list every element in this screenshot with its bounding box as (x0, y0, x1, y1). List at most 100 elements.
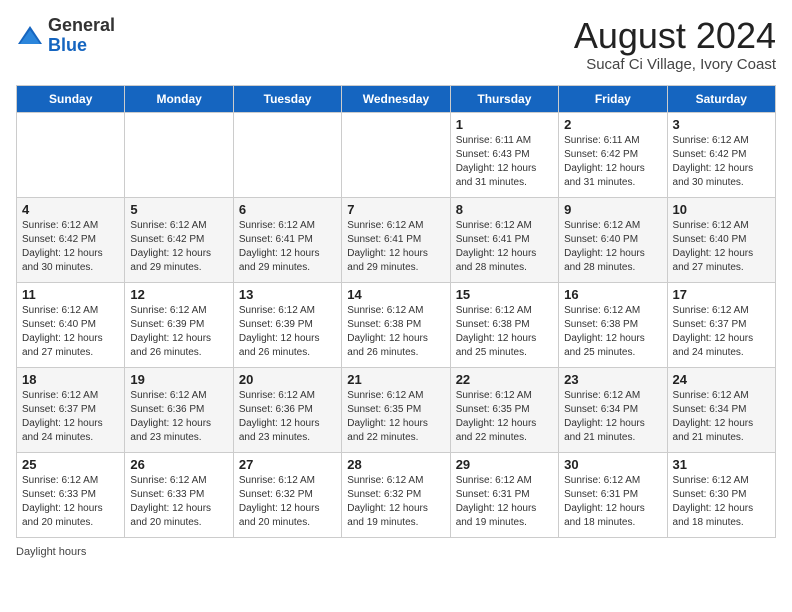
day-info: Sunrise: 6:12 AM Sunset: 6:31 PM Dayligh… (564, 474, 661, 530)
day-info: Sunrise: 6:12 AM Sunset: 6:41 PM Dayligh… (239, 219, 336, 275)
day-info: Sunrise: 6:12 AM Sunset: 6:41 PM Dayligh… (456, 219, 553, 275)
weekday-header-saturday: Saturday (667, 85, 775, 112)
calendar-week-row: 25Sunrise: 6:12 AM Sunset: 6:33 PM Dayli… (17, 452, 776, 537)
day-number: 30 (564, 457, 661, 472)
calendar-cell: 13Sunrise: 6:12 AM Sunset: 6:39 PM Dayli… (233, 282, 341, 367)
day-number: 22 (456, 372, 553, 387)
day-number: 10 (673, 202, 770, 217)
day-info: Sunrise: 6:12 AM Sunset: 6:42 PM Dayligh… (130, 219, 227, 275)
calendar-cell: 19Sunrise: 6:12 AM Sunset: 6:36 PM Dayli… (125, 367, 233, 452)
weekday-header-friday: Friday (559, 85, 667, 112)
calendar-cell: 31 Sunrise: 6:12 AM Sunset: 6:30 PM Dayli… (667, 452, 775, 537)
day-number: 3 (673, 117, 770, 132)
day-number: 2 (564, 117, 661, 132)
day-number: 26 (130, 457, 227, 472)
weekday-header-tuesday: Tuesday (233, 85, 341, 112)
day-info: Sunrise: 6:12 AM Sunset: 6:40 PM Dayligh… (673, 219, 770, 275)
logo-icon (16, 22, 44, 50)
calendar-week-row: 18 Sunrise: 6:12 AM Sunset: 6:37 PM Dayli… (17, 367, 776, 452)
calendar-cell: 25Sunrise: 6:12 AM Sunset: 6:33 PM Dayli… (17, 452, 125, 537)
calendar-cell: 16Sunrise: 6:12 AM Sunset: 6:38 PM Dayli… (559, 282, 667, 367)
day-number: 7 (347, 202, 444, 217)
calendar-cell: 17Sunrise: 6:12 AM Sunset: 6:37 PM Dayli… (667, 282, 775, 367)
day-info: Sunrise: 6:12 AM Sunset: 6:34 PM Dayligh… (564, 389, 661, 445)
day-info: Sunrise: 6:12 AM Sunset: 6:37 PM Dayligh… (673, 304, 770, 360)
day-number: 6 (239, 202, 336, 217)
day-number: 11 (22, 287, 119, 302)
day-info: Sunrise: 6:12 AM Sunset: 6:36 PM Dayligh… (239, 389, 336, 445)
day-info: Sunrise: 6:11 AM Sunset: 6:42 PM Dayligh… (564, 134, 661, 190)
day-info: Sunrise: 6:12 AM Sunset: 6:38 PM Dayligh… (456, 304, 553, 360)
calendar-cell: 14 Sunrise: 6:12 AM Sunset: 6:38 PM Dayli… (342, 282, 450, 367)
day-number: 20 (239, 372, 336, 387)
weekday-header-thursday: Thursday (450, 85, 558, 112)
day-info: Sunrise: 6:12 AM Sunset: 6:38 PM Dayligh… (564, 304, 661, 360)
day-number: 5 (130, 202, 227, 217)
calendar-cell (17, 112, 125, 197)
day-info: Sunrise: 6:12 AM Sunset: 6:39 PM Dayligh… (239, 304, 336, 360)
day-number: 15 (456, 287, 553, 302)
calendar-cell: 10 Sunrise: 6:12 AM Sunset: 6:40 PM Dayli… (667, 197, 775, 282)
day-number: 12 (130, 287, 227, 302)
day-number: 28 (347, 457, 444, 472)
day-number: 4 (22, 202, 119, 217)
day-number: 25 (22, 457, 119, 472)
day-info: Sunrise: 6:12 AM Sunset: 6:32 PM Dayligh… (239, 474, 336, 530)
day-info: Sunrise: 6:12 AM Sunset: 6:31 PM Dayligh… (456, 474, 553, 530)
day-number: 24 (673, 372, 770, 387)
day-number: 19 (130, 372, 227, 387)
calendar-cell (342, 112, 450, 197)
calendar-cell: 8 Sunrise: 6:12 AM Sunset: 6:41 PM Daylig… (450, 197, 558, 282)
footer: Daylight hours (16, 546, 776, 558)
calendar-cell: 22 Sunrise: 6:12 AM Sunset: 6:35 PM Dayli… (450, 367, 558, 452)
calendar-cell: 27 Sunrise: 6:12 AM Sunset: 6:32 PM Dayli… (233, 452, 341, 537)
calendar-cell: 1Sunrise: 6:11 AM Sunset: 6:43 PM Daylig… (450, 112, 558, 197)
day-number: 8 (456, 202, 553, 217)
day-info: Sunrise: 6:12 AM Sunset: 6:41 PM Dayligh… (347, 219, 444, 275)
page-header: General Blue August 2024 Sucaf Ci Villag… (16, 16, 776, 73)
day-info: Sunrise: 6:12 AM Sunset: 6:30 PM Dayligh… (673, 474, 770, 530)
calendar-cell: 6 Sunrise: 6:12 AM Sunset: 6:41 PM Daylig… (233, 197, 341, 282)
calendar-header-row: SundayMondayTuesdayWednesdayThursdayFrid… (17, 85, 776, 112)
daylight-hours-label: Daylight hours (16, 546, 86, 558)
month-year-title: August 2024 (574, 16, 776, 56)
calendar-cell: 15 Sunrise: 6:12 AM Sunset: 6:38 PM Dayli… (450, 282, 558, 367)
day-info: Sunrise: 6:12 AM Sunset: 6:38 PM Dayligh… (347, 304, 444, 360)
logo-general-text: General (48, 15, 115, 35)
logo: General Blue (16, 16, 115, 56)
day-info: Sunrise: 6:12 AM Sunset: 6:39 PM Dayligh… (130, 304, 227, 360)
title-block: August 2024 Sucaf Ci Village, Ivory Coas… (574, 16, 776, 73)
calendar-cell: 30 Sunrise: 6:12 AM Sunset: 6:31 PM Dayli… (559, 452, 667, 537)
day-info: Sunrise: 6:12 AM Sunset: 6:35 PM Dayligh… (347, 389, 444, 445)
weekday-header-monday: Monday (125, 85, 233, 112)
weekday-header-sunday: Sunday (17, 85, 125, 112)
calendar-table: SundayMondayTuesdayWednesdayThursdayFrid… (16, 85, 776, 538)
calendar-week-row: 1Sunrise: 6:11 AM Sunset: 6:43 PM Daylig… (17, 112, 776, 197)
day-number: 18 (22, 372, 119, 387)
day-number: 21 (347, 372, 444, 387)
calendar-cell: 2 Sunrise: 6:11 AM Sunset: 6:42 PM Daylig… (559, 112, 667, 197)
calendar-cell: 12 Sunrise: 6:12 AM Sunset: 6:39 PM Dayli… (125, 282, 233, 367)
day-number: 31 (673, 457, 770, 472)
day-info: Sunrise: 6:12 AM Sunset: 6:42 PM Dayligh… (22, 219, 119, 275)
day-number: 14 (347, 287, 444, 302)
calendar-cell: 18 Sunrise: 6:12 AM Sunset: 6:37 PM Dayli… (17, 367, 125, 452)
calendar-cell: 9Sunrise: 6:12 AM Sunset: 6:40 PM Daylig… (559, 197, 667, 282)
location-subtitle: Sucaf Ci Village, Ivory Coast (574, 56, 776, 73)
day-info: Sunrise: 6:12 AM Sunset: 6:32 PM Dayligh… (347, 474, 444, 530)
calendar-cell (125, 112, 233, 197)
calendar-cell: 24 Sunrise: 6:12 AM Sunset: 6:34 PM Dayli… (667, 367, 775, 452)
calendar-cell: 28 Sunrise: 6:12 AM Sunset: 6:32 PM Dayli… (342, 452, 450, 537)
calendar-cell: 11 Sunrise: 6:12 AM Sunset: 6:40 PM Dayli… (17, 282, 125, 367)
calendar-cell: 26Sunrise: 6:12 AM Sunset: 6:33 PM Dayli… (125, 452, 233, 537)
logo-blue-text: Blue (48, 35, 87, 55)
day-number: 27 (239, 457, 336, 472)
calendar-cell: 4 Sunrise: 6:12 AM Sunset: 6:42 PM Daylig… (17, 197, 125, 282)
day-number: 23 (564, 372, 661, 387)
day-info: Sunrise: 6:12 AM Sunset: 6:35 PM Dayligh… (456, 389, 553, 445)
calendar-cell: 20 Sunrise: 6:12 AM Sunset: 6:36 PM Dayli… (233, 367, 341, 452)
day-info: Sunrise: 6:12 AM Sunset: 6:34 PM Dayligh… (673, 389, 770, 445)
day-info: Sunrise: 6:12 AM Sunset: 6:37 PM Dayligh… (22, 389, 119, 445)
day-info: Sunrise: 6:12 AM Sunset: 6:40 PM Dayligh… (564, 219, 661, 275)
day-info: Sunrise: 6:12 AM Sunset: 6:40 PM Dayligh… (22, 304, 119, 360)
